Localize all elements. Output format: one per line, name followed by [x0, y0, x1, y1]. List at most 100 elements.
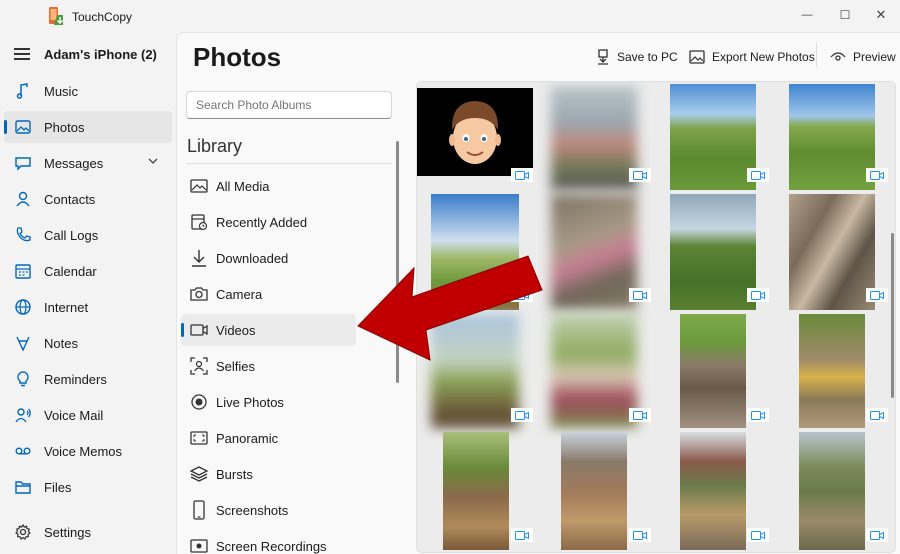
- photo-thumbnail[interactable]: [417, 88, 533, 176]
- phone-icon: [16, 227, 31, 242]
- album-label: Recently Added: [216, 215, 308, 230]
- chevron-down-icon[interactable]: [148, 156, 158, 166]
- video-camera-icon: [515, 290, 529, 300]
- video-badge: [747, 528, 769, 542]
- photo-thumbnail[interactable]: [431, 194, 519, 310]
- person-icon: [16, 191, 30, 207]
- save-to-pc-button[interactable]: Save to PC: [596, 47, 678, 67]
- device-name: Adam's iPhone (2): [44, 47, 157, 62]
- photo-thumbnail[interactable]: [431, 314, 519, 428]
- sidebar-item-label: Reminders: [44, 372, 107, 387]
- photo-icon: [190, 179, 208, 193]
- sidebar-item-voice-memos[interactable]: Voice Memos: [4, 435, 172, 467]
- chat-bubble-icon: [15, 157, 31, 171]
- video-camera-icon: [870, 530, 884, 540]
- album-downloaded[interactable]: Downloaded: [181, 242, 356, 274]
- album-live-photos[interactable]: Live Photos: [181, 386, 356, 418]
- album-label: Bursts: [216, 467, 253, 482]
- video-camera-icon: [751, 410, 765, 420]
- sidebar-item-label: Contacts: [44, 192, 96, 207]
- photo-thumbnail[interactable]: [799, 314, 865, 428]
- sidebar-item-voice-mail[interactable]: Voice Mail: [4, 399, 172, 431]
- album-screenshots[interactable]: Screenshots: [181, 494, 356, 526]
- download-icon: [192, 250, 206, 267]
- tape-icon: [15, 447, 31, 455]
- photo-thumbnail[interactable]: [670, 194, 756, 310]
- sidebar: Adam's iPhone (2) Music Photos Messages …: [0, 34, 176, 554]
- video-badge: [629, 168, 651, 182]
- voicemail-icon: [15, 408, 31, 423]
- album-bursts[interactable]: Bursts: [181, 458, 356, 490]
- album-label: All Media: [216, 179, 270, 194]
- close-icon: ✕: [875, 7, 887, 22]
- video-camera-icon: [633, 170, 647, 180]
- sidebar-item-calendar[interactable]: Calendar: [4, 255, 172, 287]
- video-badge: [629, 408, 651, 422]
- page-title: Photos: [193, 42, 282, 72]
- eye-icon: [830, 52, 846, 61]
- photo-thumbnail[interactable]: [680, 314, 746, 428]
- album-recently-added[interactable]: Recently Added: [181, 206, 356, 238]
- stack-icon: [189, 466, 209, 482]
- album-label: Selfies: [216, 359, 256, 374]
- notes-icon: [16, 336, 30, 352]
- photo-thumbnail[interactable]: [561, 432, 627, 550]
- video-icon: [190, 324, 208, 336]
- touchcopy-logo-icon: [49, 7, 63, 25]
- album-videos[interactable]: Videos: [181, 314, 356, 346]
- sidebar-item-label: Call Logs: [44, 228, 99, 243]
- menu-icon[interactable]: [14, 48, 30, 60]
- library-heading: Library: [187, 136, 243, 156]
- preview-button[interactable]: Preview: [830, 47, 896, 67]
- video-camera-icon: [870, 410, 884, 420]
- search-albums-input[interactable]: [186, 91, 392, 119]
- album-screen-recordings[interactable]: Screen Recordings: [181, 530, 356, 554]
- video-camera-icon: [515, 410, 529, 420]
- photo-thumbnail[interactable]: [799, 432, 865, 550]
- sidebar-item-notes[interactable]: Notes: [4, 327, 172, 359]
- photo-grid-scrollbar[interactable]: [891, 233, 894, 398]
- sidebar-item-internet[interactable]: Internet: [4, 291, 172, 323]
- maximize-button[interactable]: ☐: [830, 4, 860, 26]
- live-photo-icon: [191, 394, 207, 410]
- albums-scrollbar[interactable]: [396, 141, 399, 383]
- sidebar-item-music[interactable]: Music: [4, 75, 172, 107]
- album-all-media[interactable]: All Media: [181, 170, 356, 202]
- photo-thumbnail[interactable]: [789, 194, 875, 310]
- photo-thumbnail[interactable]: [551, 314, 637, 428]
- album-selfies[interactable]: Selfies: [181, 350, 356, 382]
- sidebar-item-contacts[interactable]: Contacts: [4, 183, 172, 215]
- close-button[interactable]: ✕: [866, 4, 896, 26]
- album-label: Panoramic: [216, 431, 279, 446]
- sidebar-item-label: Files: [44, 480, 72, 495]
- album-label: Downloaded: [216, 251, 289, 266]
- sidebar-item-label: Settings: [44, 525, 91, 540]
- album-panoramic[interactable]: Panoramic: [181, 422, 356, 454]
- sidebar-item-reminders[interactable]: Reminders: [4, 363, 172, 395]
- album-camera[interactable]: Camera: [181, 278, 356, 310]
- bulb-icon: [17, 371, 29, 387]
- calendar-icon: [15, 264, 31, 279]
- sidebar-item-photos[interactable]: Photos: [4, 111, 172, 143]
- album-label: Videos: [216, 323, 256, 338]
- sidebar-item-label: Voice Mail: [44, 408, 104, 423]
- minimize-button[interactable]: —: [792, 4, 822, 26]
- avatar-memoji-image: [417, 88, 533, 176]
- photo-thumbnail[interactable]: [670, 84, 756, 190]
- app-title: TouchCopy: [72, 10, 133, 24]
- photo-thumbnail[interactable]: [443, 432, 509, 550]
- calendar-clock-icon: [191, 214, 208, 231]
- sidebar-item-settings[interactable]: Settings: [4, 516, 172, 548]
- sidebar-item-files[interactable]: Files: [4, 471, 172, 503]
- photo-thumbnail[interactable]: [551, 86, 637, 190]
- photo-thumbnail[interactable]: [789, 84, 875, 190]
- export-new-photos-button[interactable]: Export New Photos: [689, 47, 815, 67]
- sidebar-header: Adam's iPhone (2): [0, 42, 176, 68]
- photo-thumbnail[interactable]: [680, 432, 746, 550]
- photo-thumbnail[interactable]: [551, 194, 637, 310]
- sidebar-item-call-logs[interactable]: Call Logs: [4, 219, 172, 251]
- sidebar-item-messages[interactable]: Messages: [4, 147, 172, 179]
- screen-record-icon: [190, 539, 208, 553]
- video-badge: [511, 168, 533, 182]
- album-label: Screenshots: [216, 503, 289, 518]
